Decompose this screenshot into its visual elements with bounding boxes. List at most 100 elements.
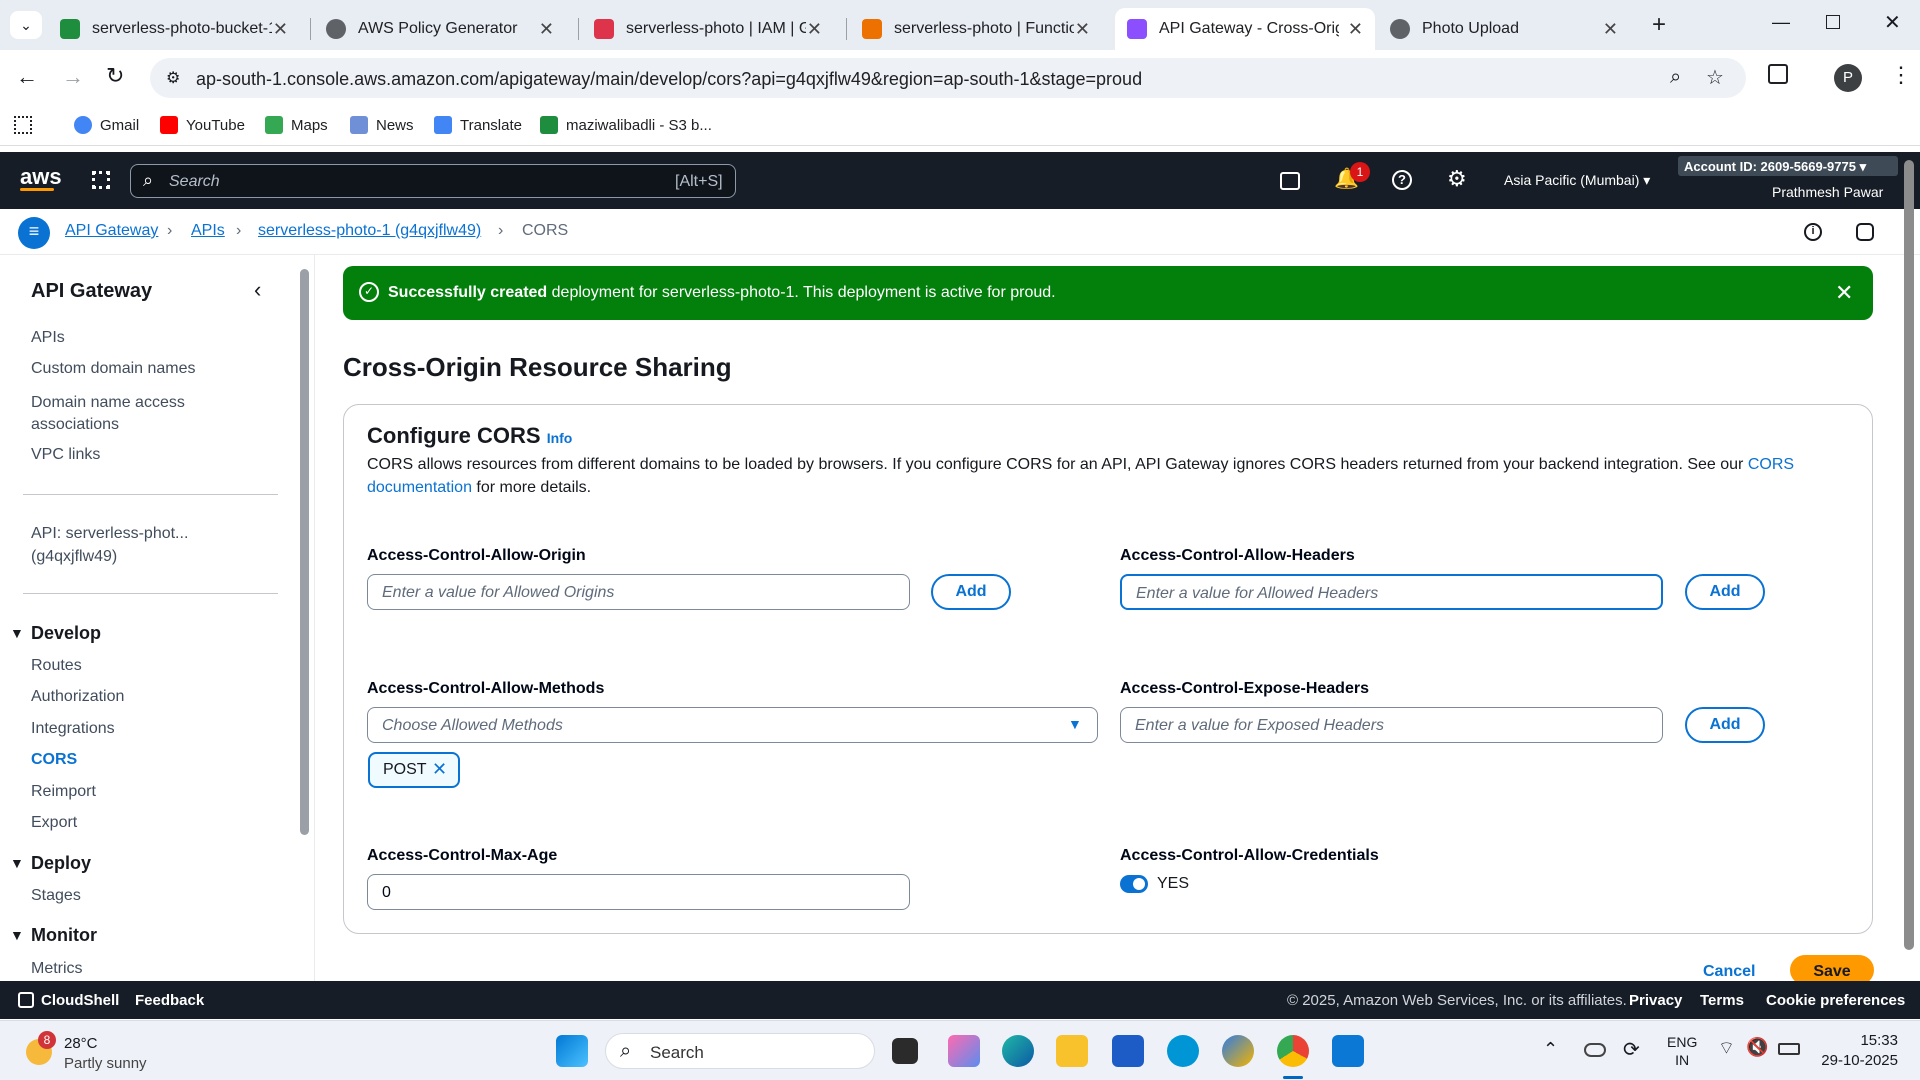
breadcrumb-api-gateway[interactable]: API Gateway bbox=[65, 222, 158, 240]
close-icon[interactable]: ✕ bbox=[1603, 19, 1618, 40]
aws-logo[interactable]: aws bbox=[20, 164, 62, 191]
close-icon[interactable]: ✕ bbox=[273, 19, 288, 40]
back-icon[interactable]: ← bbox=[16, 64, 38, 90]
bookmark-gmail[interactable]: Gmail bbox=[74, 116, 139, 134]
bookmark-s3[interactable]: maziwalibadli - S3 b... bbox=[540, 116, 712, 134]
expose-headers-add-button[interactable]: Add bbox=[1685, 707, 1765, 743]
bookmark-news[interactable]: News bbox=[350, 116, 414, 134]
close-icon[interactable]: ✕ bbox=[807, 19, 822, 40]
allow-headers-add-button[interactable]: Add bbox=[1685, 574, 1765, 610]
tab-lambda[interactable]: serverless-photo | Functior ✕ bbox=[850, 8, 1102, 50]
apps-grid-icon[interactable] bbox=[14, 116, 32, 134]
allow-headers-input[interactable]: Enter a value for Allowed Headers bbox=[1120, 574, 1663, 610]
browser-menu-icon[interactable]: ⋮ bbox=[1890, 62, 1912, 88]
sidebar-item-stages[interactable]: Stages bbox=[31, 887, 81, 905]
app-icon[interactable] bbox=[1222, 1035, 1254, 1067]
wifi-icon[interactable]: ⌔ bbox=[1718, 1037, 1735, 1060]
copilot-icon[interactable] bbox=[948, 1035, 980, 1067]
site-info-icon[interactable]: ⚙ bbox=[166, 68, 180, 88]
sidebar-item-metrics[interactable]: Metrics bbox=[31, 960, 83, 978]
page-scrollbar[interactable] bbox=[1904, 160, 1914, 950]
sidebar-item-vpc-links[interactable]: VPC links bbox=[31, 446, 100, 464]
edge-icon[interactable] bbox=[1002, 1035, 1034, 1067]
chevron-up-icon[interactable]: ⌃ bbox=[1543, 1039, 1558, 1060]
url-text[interactable]: ap-south-1.console.aws.amazon.com/apigat… bbox=[196, 69, 1142, 90]
profile-avatar[interactable]: P bbox=[1834, 64, 1862, 92]
cors-link[interactable]: CORS bbox=[1748, 456, 1794, 473]
cloudshell-link[interactable]: CloudShell bbox=[41, 992, 119, 1009]
bookmark-youtube[interactable]: YouTube bbox=[160, 116, 245, 134]
close-icon[interactable]: ✕ bbox=[539, 19, 554, 40]
bookmark-maps[interactable]: Maps bbox=[265, 116, 328, 134]
caret-down-icon[interactable]: ▼ bbox=[10, 625, 24, 641]
language-indicator[interactable]: ENG IN bbox=[1667, 1033, 1697, 1069]
battery-icon[interactable] bbox=[1778, 1043, 1800, 1055]
aws-search-input[interactable]: ⌕ Search [Alt+S] bbox=[130, 164, 736, 198]
help-icon[interactable]: ? bbox=[1392, 170, 1412, 190]
allow-origin-input[interactable]: Enter a value for Allowed Origins bbox=[367, 574, 910, 610]
tab-photo-upload[interactable]: Photo Upload ✕ bbox=[1378, 8, 1630, 50]
sync-icon[interactable]: ⟳ bbox=[1623, 1037, 1640, 1062]
close-window-icon[interactable]: ✕ bbox=[1884, 10, 1901, 35]
windows-start-icon[interactable] bbox=[556, 1035, 588, 1067]
minimize-icon[interactable]: — bbox=[1772, 12, 1790, 33]
hamburger-menu-icon[interactable]: ≡ bbox=[18, 217, 50, 249]
restore-icon[interactable] bbox=[1826, 15, 1840, 29]
dismiss-close-icon[interactable]: ✕ bbox=[1835, 280, 1853, 306]
section-deploy[interactable]: Deploy bbox=[31, 853, 91, 874]
breadcrumb-api[interactable]: serverless-photo-1 (g4qxjflw49) bbox=[258, 222, 481, 240]
clock[interactable]: 15:33 29-10-2025 bbox=[1818, 1031, 1898, 1071]
vscode-icon[interactable] bbox=[1332, 1035, 1364, 1067]
section-develop[interactable]: Develop bbox=[31, 623, 101, 644]
sidebar-title[interactable]: API Gateway bbox=[31, 280, 152, 303]
file-explorer-icon[interactable] bbox=[1056, 1035, 1088, 1067]
taskbar-search[interactable]: ⌕ Search bbox=[605, 1033, 875, 1069]
chrome-icon[interactable] bbox=[1277, 1035, 1309, 1067]
forward-icon[interactable]: → bbox=[62, 64, 84, 90]
account-id-badge[interactable]: Account ID: 2609-5669-9775 ▾ bbox=[1678, 156, 1898, 176]
sidebar-scrollbar[interactable] bbox=[300, 269, 309, 835]
bookmark-star-icon[interactable]: ☆ bbox=[1706, 65, 1724, 90]
onedrive-icon[interactable] bbox=[1584, 1043, 1606, 1057]
tab-search-button[interactable]: ⌄ bbox=[10, 11, 42, 39]
tab-policy-generator[interactable]: AWS Policy Generator ✕ bbox=[314, 8, 566, 50]
services-grid-icon[interactable] bbox=[92, 171, 110, 189]
sidebar-item-integrations[interactable]: Integrations bbox=[31, 720, 115, 738]
close-icon[interactable]: ✕ bbox=[1348, 19, 1363, 40]
cloudshell-footer-icon[interactable] bbox=[18, 992, 34, 1008]
task-view-icon[interactable] bbox=[892, 1038, 918, 1064]
user-menu[interactable]: Prathmesh Pawar bbox=[1772, 184, 1883, 200]
info-icon[interactable]: i bbox=[1804, 223, 1822, 241]
info-link[interactable]: Info bbox=[547, 430, 573, 446]
new-tab-icon[interactable]: + bbox=[1652, 11, 1666, 39]
region-selector[interactable]: Asia Pacific (Mumbai) ▾ bbox=[1504, 172, 1650, 189]
sidebar-item-apis[interactable]: APIs bbox=[31, 329, 65, 347]
tab-s3-bucket[interactable]: serverless-photo-bucket-1 ✕ bbox=[48, 8, 300, 50]
section-monitor[interactable]: Monitor bbox=[31, 925, 97, 946]
sidebar-item-reimport[interactable]: Reimport bbox=[31, 783, 96, 801]
allow-methods-select[interactable]: Choose Allowed Methods ▼ bbox=[367, 707, 1098, 743]
store-icon[interactable] bbox=[1112, 1035, 1144, 1067]
close-icon[interactable]: ✕ bbox=[1075, 19, 1090, 40]
zoom-icon[interactable]: ⌕ bbox=[1670, 66, 1681, 89]
cookie-preferences-link[interactable]: Cookie preferences bbox=[1766, 992, 1905, 1009]
breadcrumb-apis[interactable]: APIs bbox=[191, 222, 225, 240]
collapse-sidebar-icon[interactable]: ‹ bbox=[254, 277, 261, 303]
tab-iam[interactable]: serverless-photo | IAM | Gl ✕ bbox=[582, 8, 834, 50]
sidebar-api-label[interactable]: API: serverless-phot... (g4qxjflw49) bbox=[31, 522, 211, 568]
cloudshell-icon[interactable] bbox=[1280, 172, 1300, 190]
remove-token-icon[interactable]: ✕ bbox=[432, 759, 447, 780]
reload-icon[interactable]: ↻ bbox=[106, 63, 124, 89]
settings-gear-icon[interactable]: ⚙ bbox=[1447, 166, 1467, 192]
speaker-muted-icon[interactable]: 🔇 bbox=[1746, 1037, 1768, 1058]
cancel-button[interactable]: Cancel bbox=[1703, 963, 1755, 981]
sidebar-item-domain-access[interactable]: Domain name access associations bbox=[31, 392, 211, 436]
sidebar-item-export[interactable]: Export bbox=[31, 814, 77, 832]
bookmark-translate[interactable]: Translate bbox=[434, 116, 522, 134]
feedback-link[interactable]: Feedback bbox=[135, 992, 204, 1009]
expose-headers-input[interactable]: Enter a value for Exposed Headers bbox=[1120, 707, 1663, 743]
documentation-link[interactable]: documentation bbox=[367, 479, 472, 496]
max-age-input[interactable]: 0 bbox=[367, 874, 910, 910]
allow-credentials-toggle[interactable] bbox=[1120, 875, 1148, 893]
extensions-icon[interactable] bbox=[1768, 64, 1788, 84]
